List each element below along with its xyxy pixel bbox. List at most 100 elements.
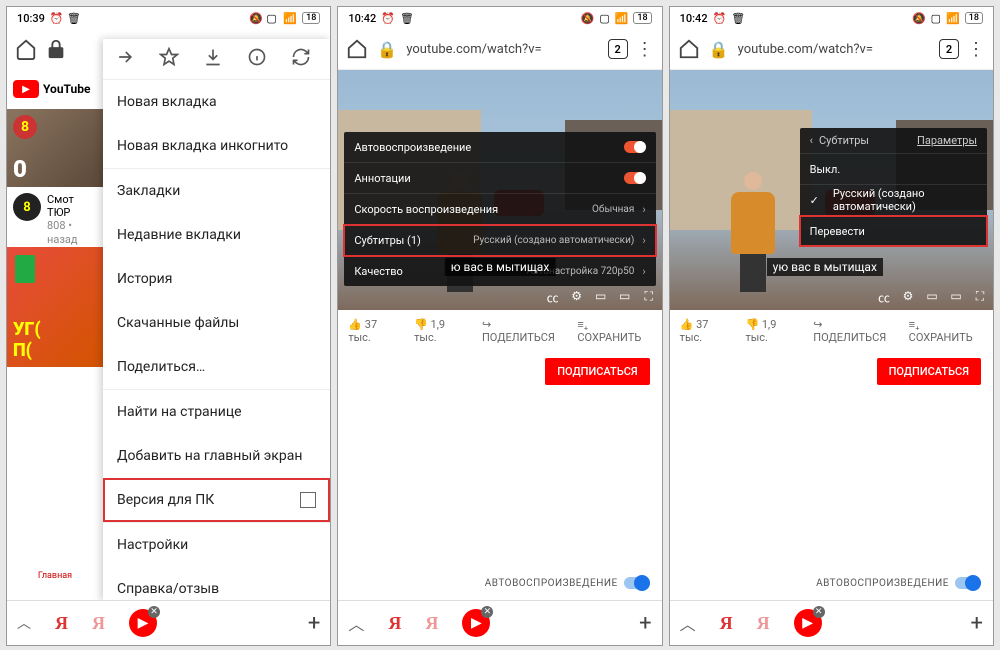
close-icon[interactable]: ✕ [813, 606, 825, 618]
subtitles-russian[interactable]: Русский (создано автоматически) [800, 185, 987, 216]
miniplayer-icon[interactable]: ▭ [925, 289, 939, 306]
save-button[interactable]: ≡₊ СОХРАНИТЬ [577, 318, 651, 344]
close-icon[interactable]: ✕ [148, 606, 160, 618]
share-button[interactable]: ↪ ПОДЕЛИТЬСЯ [813, 318, 894, 344]
menu-find[interactable]: Найти на странице [103, 389, 330, 434]
miniplayer-icon[interactable]: ▭ [594, 289, 608, 306]
url-text[interactable]: youtube.com/watch?v= [738, 42, 931, 57]
chrome-menu: Новая вкладка Новая вкладка инкогнито За… [103, 39, 330, 601]
gear-icon[interactable]: ⚙ [570, 289, 584, 306]
forward-icon[interactable] [115, 47, 135, 71]
video-thumbnail-1[interactable]: 8 0 [7, 109, 103, 187]
yandex-icon-2[interactable]: Я [757, 613, 770, 634]
youtube-home-partial: ▶ YouTube 8 0 8 Смот ТЮР 808 • назад УГ(… [7, 69, 103, 601]
autoplay-toggle[interactable] [955, 577, 981, 589]
url-text[interactable]: youtube.com/watch?v= [406, 42, 599, 57]
download-icon[interactable] [203, 47, 223, 71]
yandex-icon-2[interactable]: Я [92, 613, 105, 634]
active-tab-icon[interactable]: ▶✕ [462, 609, 490, 637]
yandex-icon[interactable]: Я [388, 613, 401, 634]
status-time: 10:39 [17, 12, 45, 25]
subscribe-button[interactable]: ПОДПИСАТЬСЯ [545, 358, 649, 385]
yandex-icon[interactable]: Я [720, 613, 733, 634]
check-icon [810, 194, 825, 207]
subtitles-translate[interactable]: Перевести [800, 216, 987, 246]
menu-history[interactable]: История [103, 257, 330, 301]
theater-icon[interactable]: ▭ [618, 289, 632, 306]
lock-icon [45, 38, 67, 60]
dislike-button[interactable]: 👎 1,9 тыс. [745, 318, 799, 344]
video-player[interactable]: ‹ Субтитры Параметры Выкл. Русский (созд… [670, 70, 993, 310]
home-icon[interactable] [678, 38, 700, 60]
tab-count[interactable]: 2 [608, 39, 628, 59]
chevron-left-icon[interactable]: ‹ [810, 134, 813, 147]
reload-icon[interactable] [291, 47, 311, 71]
desktop-checkbox[interactable] [300, 492, 316, 508]
active-tab-icon[interactable]: ▶✕ [129, 609, 157, 637]
phone-2: 10:42⏰🗑 🔕▢📶18 🔒 youtube.com/watch?v= 2 ⋮… [337, 6, 662, 646]
setting-annotations[interactable]: Аннотации [344, 163, 655, 194]
fullscreen-icon[interactable]: ⛶ [973, 289, 987, 306]
theater-icon[interactable]: ▭ [949, 289, 963, 306]
new-tab-icon[interactable]: + [639, 611, 651, 636]
fullscreen-icon[interactable]: ⛶ [642, 289, 656, 306]
status-bar: 10:42⏰🗑 🔕▢📶18 [338, 7, 661, 29]
star-icon[interactable] [159, 47, 179, 71]
menu-new-tab[interactable]: Новая вкладка [103, 80, 330, 124]
video-list-item[interactable]: 8 Смот ТЮР 808 • назад [7, 187, 103, 247]
setting-autoplay[interactable]: Автовоспроизведение [344, 132, 655, 163]
submenu-header: ‹ Субтитры Параметры [800, 128, 987, 154]
subscribe-button[interactable]: ПОДПИСАТЬСЯ [877, 358, 981, 385]
like-button[interactable]: 👍 37 тыс. [680, 318, 732, 344]
new-tab-icon[interactable]: + [308, 611, 320, 636]
kebab-icon[interactable]: ⋮ [967, 39, 985, 60]
yandex-icon-2[interactable]: Я [425, 613, 438, 634]
home-icon[interactable] [15, 38, 37, 60]
setting-subtitles[interactable]: Субтитры (1)Русский (создано автоматичес… [344, 225, 655, 256]
active-tab-icon[interactable]: ▶✕ [794, 609, 822, 637]
youtube-logo[interactable]: ▶ YouTube [7, 69, 103, 109]
menu-bookmarks[interactable]: Закладки [103, 168, 330, 213]
new-tab-icon[interactable]: + [971, 611, 983, 636]
status-bar: 10:39 ⏰ 🗑 🔕 ▢ 📶 18 [7, 7, 330, 29]
dislike-button[interactable]: 👎 1,9 тыс. [414, 318, 468, 344]
share-button[interactable]: ↪ ПОДЕЛИТЬСЯ [482, 318, 563, 344]
close-icon[interactable]: ✕ [481, 606, 493, 618]
like-button[interactable]: 👍 37 тыс. [348, 318, 400, 344]
setting-speed[interactable]: Скорость воспроизведенияОбычная› [344, 194, 655, 225]
autoplay-toggle[interactable] [624, 577, 650, 589]
home-icon[interactable] [346, 38, 368, 60]
nav-home[interactable]: Главная [7, 571, 103, 601]
menu-help[interactable]: Справка/отзыв [103, 567, 330, 601]
menu-new-incognito[interactable]: Новая вкладка инкогнито [103, 124, 330, 168]
expand-up-icon[interactable]: ︿ [17, 613, 31, 633]
toggle-on-icon[interactable] [624, 172, 646, 184]
lock-icon: 🔒 [376, 38, 398, 60]
autoplay-label: АВТОВОСПРОИЗВЕДЕНИЕ [485, 578, 618, 589]
video-player[interactable]: Автовоспроизведение Аннотации Скорость в… [338, 70, 661, 310]
save-button[interactable]: ≡₊ СОХРАНИТЬ [909, 318, 983, 344]
expand-up-icon[interactable]: ︿ [680, 611, 696, 635]
video-thumbnail-2[interactable]: УГ( П( [7, 247, 103, 367]
subtitles-off[interactable]: Выкл. [800, 154, 987, 185]
kebab-icon[interactable]: ⋮ [636, 39, 654, 60]
cc-icon[interactable]: ㏄ [546, 289, 560, 306]
expand-up-icon[interactable]: ︿ [348, 611, 364, 635]
gear-icon[interactable]: ⚙ [901, 289, 915, 306]
yandex-icon[interactable]: Я [55, 613, 68, 634]
menu-settings[interactable]: Настройки [103, 522, 330, 567]
toggle-on-icon[interactable] [624, 141, 646, 153]
menu-downloads[interactable]: Скачанные файлы [103, 301, 330, 345]
menu-recent-tabs[interactable]: Недавние вкладки [103, 213, 330, 257]
tab-count[interactable]: 2 [939, 39, 959, 59]
info-icon[interactable] [247, 47, 267, 71]
menu-add-home[interactable]: Добавить на главный экран [103, 434, 330, 478]
menu-toolbar [103, 39, 330, 80]
menu-desktop-site[interactable]: Версия для ПК [103, 478, 330, 522]
status-time: 10:42 [680, 12, 708, 25]
browser-dock: ︿ Я Я ▶✕ + [338, 600, 661, 645]
cc-icon[interactable]: ㏄ [877, 289, 891, 306]
browser-dock: ︿ Я Я ▶✕ + [7, 600, 330, 645]
params-link[interactable]: Параметры [917, 134, 977, 147]
menu-share[interactable]: Поделиться… [103, 345, 330, 389]
